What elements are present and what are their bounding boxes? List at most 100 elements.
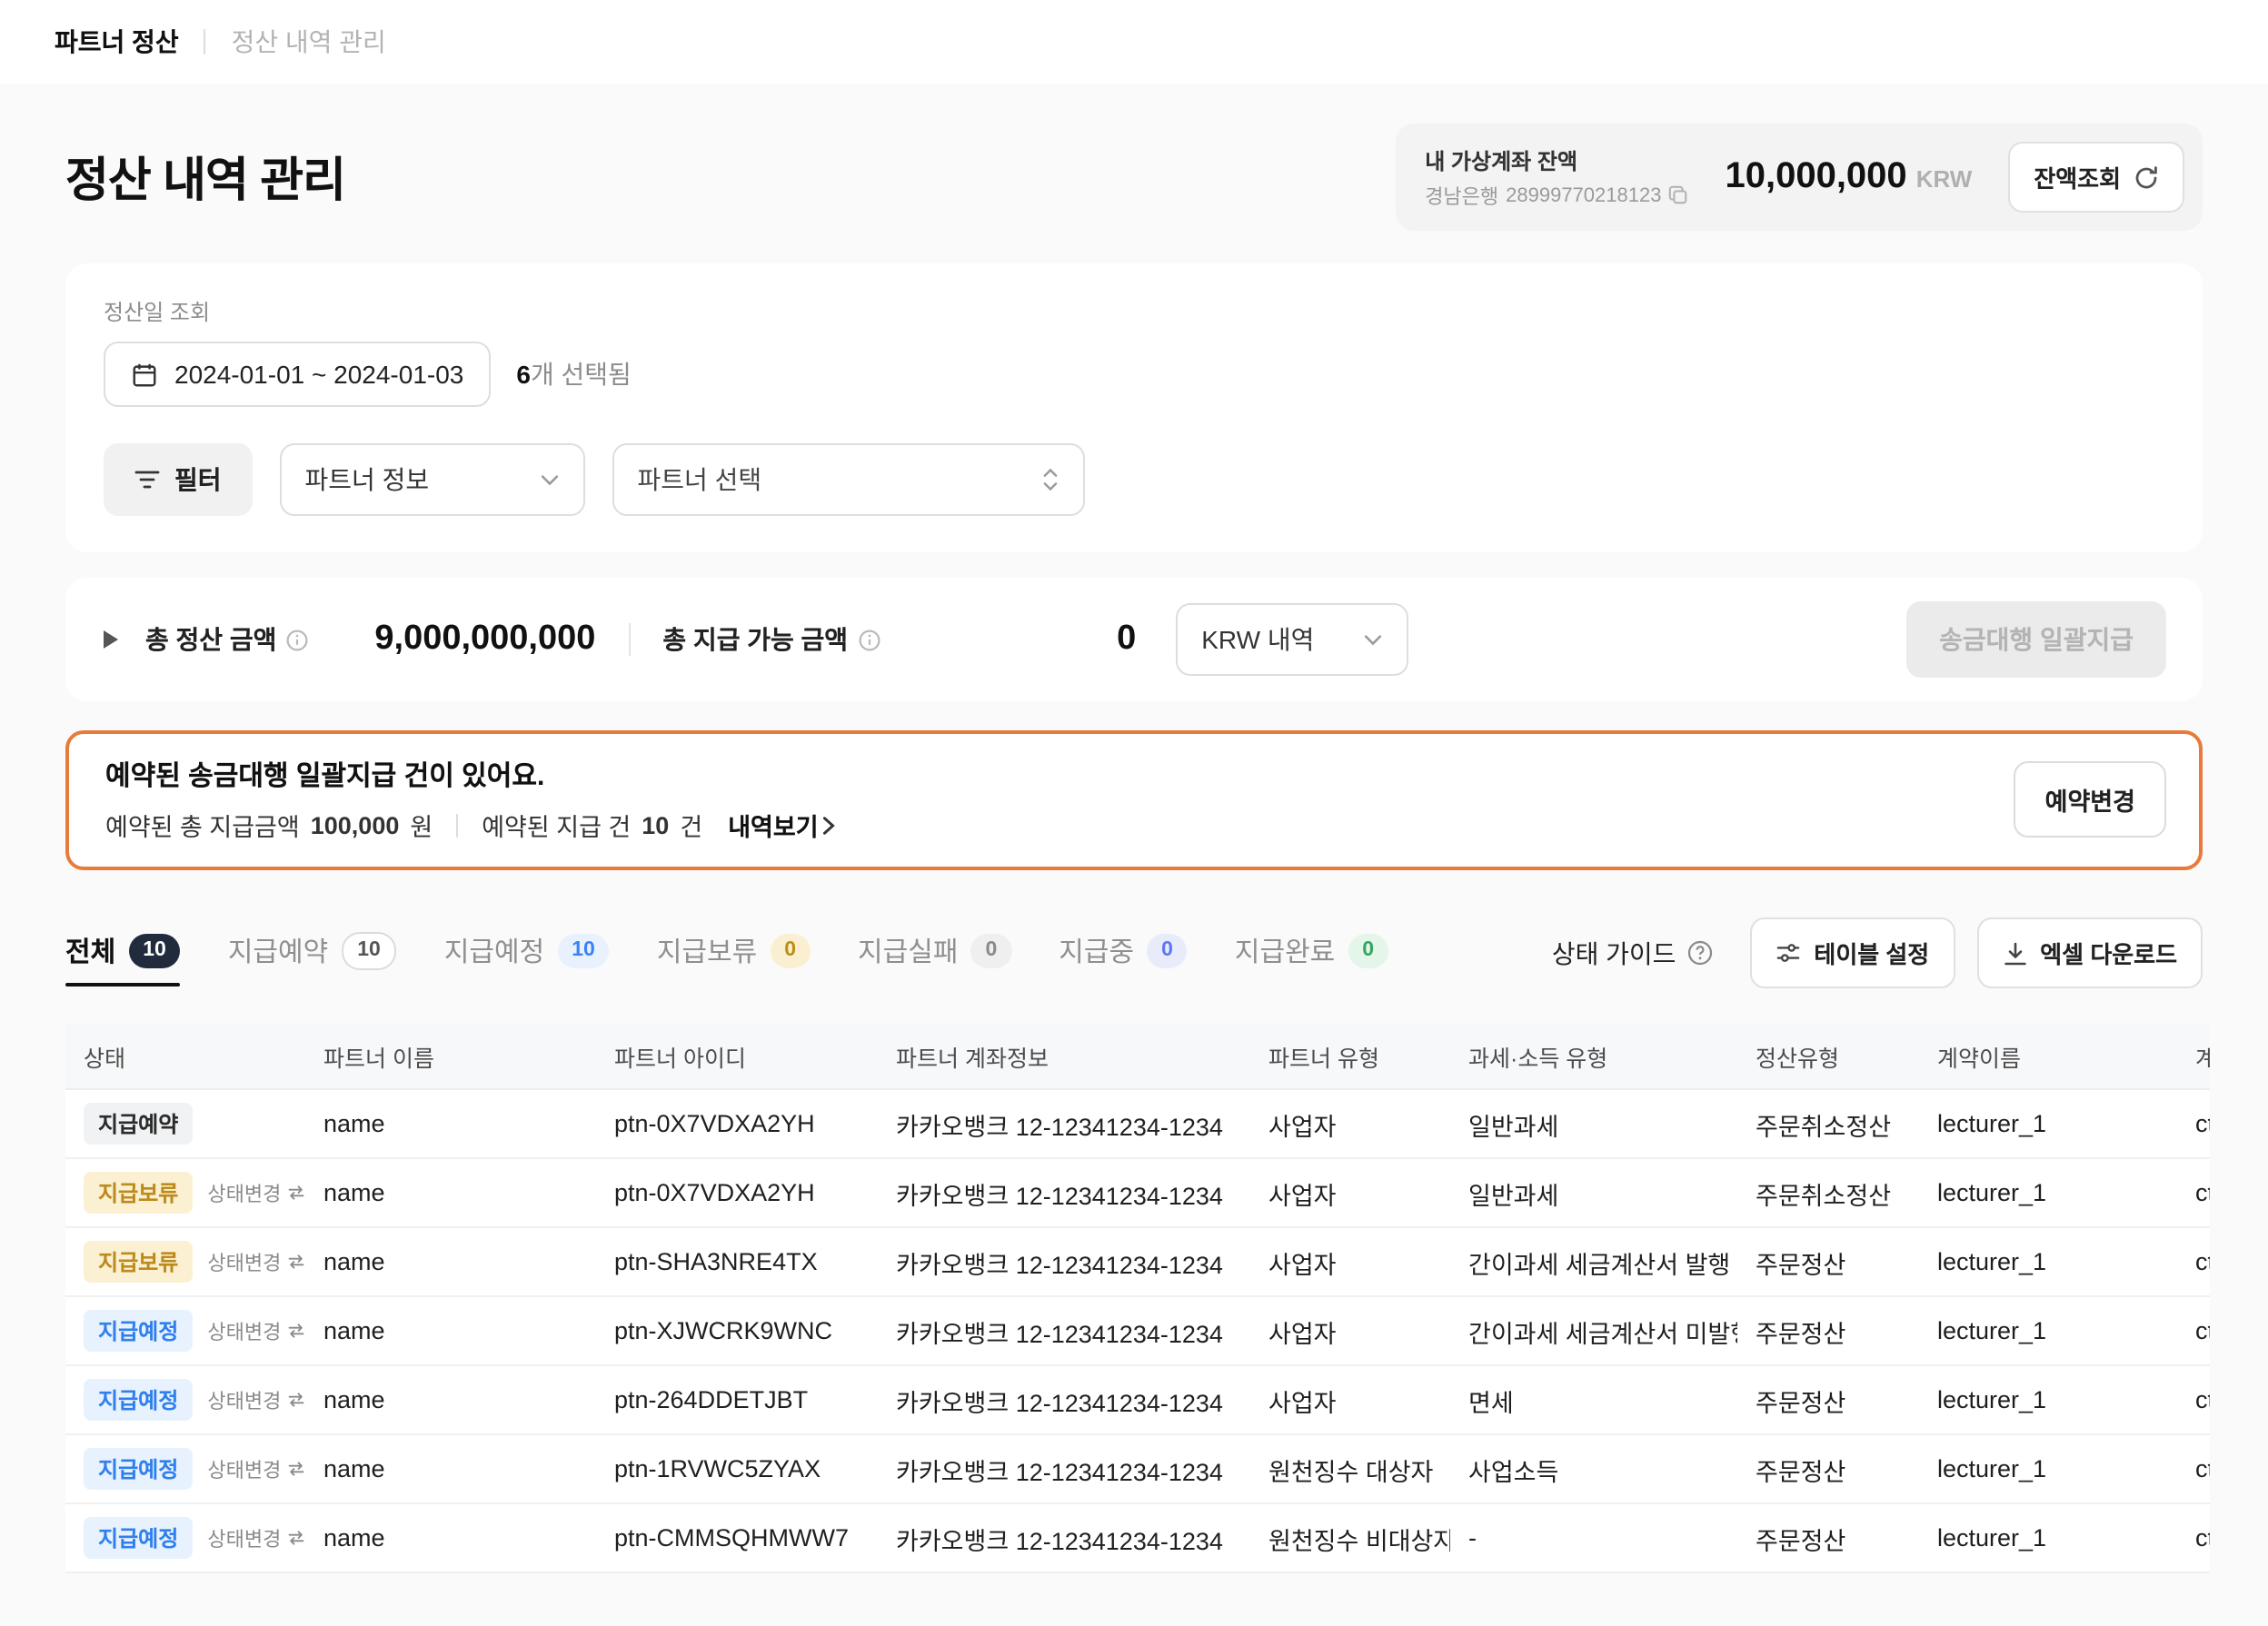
tab-count-badge: 0 bbox=[770, 933, 811, 967]
swap-icon bbox=[286, 1185, 304, 1201]
table-row[interactable]: 지급예정 상태변경 name ptn-264DDETJBT 카카오뱅크 12-1… bbox=[65, 1365, 2210, 1434]
tab-payment-failed[interactable]: 지급실패 0 bbox=[858, 931, 1011, 986]
table-header-row: 상태 파트너 이름 파트너 아이디 파트너 계좌정보 파트너 유형 과세·소득 … bbox=[65, 1025, 2210, 1089]
calendar-icon bbox=[131, 361, 158, 388]
sliders-icon bbox=[1776, 941, 1801, 965]
status-change-button[interactable]: 상태변경 bbox=[207, 1247, 304, 1276]
col-partner-type: 파트너 유형 bbox=[1250, 1025, 1450, 1089]
chevron-down-icon bbox=[1363, 633, 1383, 646]
reservation-alert: 예약된 송금대행 일괄지급 건이 있어요. 예약된 총 지급금액 100,000… bbox=[65, 730, 2203, 870]
settlement-page: 파트너 정산 정산 내역 관리 정산 내역 관리 내 가상계좌 잔액 경남은행 … bbox=[0, 0, 2268, 1626]
table-row[interactable]: 지급예정 상태변경 name ptn-CMMSQHMWW7 카카오뱅크 12-1… bbox=[65, 1503, 2210, 1572]
alert-title: 예약된 송금대행 일괄지급 건이 있어요. bbox=[105, 756, 837, 794]
info-icon[interactable] bbox=[285, 628, 309, 651]
balance-check-button[interactable]: 잔액조회 bbox=[2008, 142, 2184, 213]
tab-count-badge: 0 bbox=[970, 933, 1011, 967]
balance-amount: 10,000,000 bbox=[1725, 156, 1906, 198]
swap-icon bbox=[286, 1323, 304, 1339]
status-change-button[interactable]: 상태변경 bbox=[207, 1316, 304, 1345]
settlement-table-wrap: 상태 파트너 이름 파트너 아이디 파트너 계좌정보 파트너 유형 과세·소득 … bbox=[65, 1025, 2210, 1573]
partner-info-dropdown[interactable]: 파트너 정보 bbox=[280, 443, 585, 516]
refresh-icon bbox=[2134, 164, 2159, 190]
status-badge: 지급예정 bbox=[84, 1310, 193, 1352]
date-range-value: 2024-01-01 ~ 2024-01-03 bbox=[174, 360, 463, 389]
tab-payment-complete[interactable]: 지급완료 0 bbox=[1235, 931, 1388, 986]
swap-icon bbox=[286, 1530, 304, 1546]
col-account-info: 파트너 계좌정보 bbox=[878, 1025, 1250, 1089]
tab-payment-scheduled[interactable]: 지급예정 10 bbox=[444, 931, 610, 986]
status-badge: 지급예정 bbox=[84, 1379, 193, 1421]
currency-dropdown[interactable]: KRW 내역 bbox=[1176, 603, 1408, 676]
reserved-amount: 100,000 bbox=[311, 811, 400, 838]
status-guide-link[interactable]: 상태 가이드 bbox=[1552, 935, 1715, 971]
info-icon[interactable] bbox=[857, 628, 880, 651]
tabs-row: 전체 10 지급예약 10 지급예정 10 지급보류 0 지급실패 0 bbox=[65, 917, 2203, 999]
balance-check-label: 잔액조회 bbox=[2034, 160, 2121, 194]
chevron-updown-icon bbox=[1041, 467, 1059, 492]
summary-divider bbox=[628, 623, 630, 656]
col-tax-type: 과세·소득 유형 bbox=[1450, 1025, 1737, 1089]
col-contract-name: 계약이름 bbox=[1919, 1025, 2177, 1089]
breadcrumb-divider bbox=[204, 29, 206, 55]
status-badge: 지급예정 bbox=[84, 1448, 193, 1490]
tab-count-badge: 0 bbox=[1348, 933, 1388, 967]
partner-select[interactable]: 파트너 선택 bbox=[612, 443, 1085, 516]
status-change-button[interactable]: 상태변경 bbox=[207, 1523, 304, 1552]
view-details-link[interactable]: 내역보기 bbox=[728, 807, 836, 843]
table-row[interactable]: 지급보류 상태변경 name ptn-SHA3NRE4TX 카카오뱅크 12-1… bbox=[65, 1227, 2210, 1296]
tab-payment-hold[interactable]: 지급보류 0 bbox=[657, 931, 811, 986]
expand-toggle-icon[interactable] bbox=[102, 629, 120, 650]
table-row[interactable]: 지급보류 상태변경 name ptn-0X7VDXA2YH 카카오뱅크 12-1… bbox=[65, 1158, 2210, 1227]
account-number: 28999770218123 bbox=[1506, 184, 1661, 206]
balance-meta: 내 가상계좌 잔액 경남은행 28999770218123 bbox=[1425, 144, 1688, 210]
excel-download-button[interactable]: 엑셀 다운로드 bbox=[1976, 917, 2203, 988]
status-tabs: 전체 10 지급예약 10 지급예정 10 지급보류 0 지급실패 0 bbox=[65, 931, 1388, 986]
page-title: 정산 내역 관리 bbox=[65, 144, 345, 211]
col-partner-name: 파트너 이름 bbox=[305, 1025, 596, 1089]
settlement-table: 상태 파트너 이름 파트너 아이디 파트너 계좌정보 파트너 유형 과세·소득 … bbox=[65, 1025, 2210, 1573]
currency-dropdown-value: KRW 내역 bbox=[1201, 621, 1314, 658]
table-row[interactable]: 지급예약 name ptn-0X7VDXA2YH 카카오뱅크 12-123412… bbox=[65, 1089, 2210, 1158]
settlement-date-label: 정산일 조회 bbox=[104, 296, 2164, 327]
bulk-transfer-button[interactable]: 송금대행 일괄지급 bbox=[1906, 601, 2166, 678]
balance-amount-wrap: 10,000,000 KRW bbox=[1725, 156, 1972, 198]
total-settlement-label: 총 정산 금액 bbox=[145, 621, 309, 658]
copy-icon[interactable] bbox=[1668, 185, 1688, 205]
table-row[interactable]: 지급예정 상태변경 name ptn-XJWCRK9WNC 카카오뱅크 12-1… bbox=[65, 1296, 2210, 1365]
status-change-button[interactable]: 상태변경 bbox=[207, 1385, 304, 1414]
breadcrumb-settlement-history[interactable]: 정산 내역 관리 bbox=[232, 24, 386, 60]
balance-label: 내 가상계좌 잔액 bbox=[1425, 144, 1688, 175]
partner-select-value: 파트너 선택 bbox=[638, 461, 762, 498]
swap-icon bbox=[286, 1461, 304, 1477]
tab-count-badge: 10 bbox=[128, 933, 181, 967]
tab-count-badge: 10 bbox=[341, 931, 397, 969]
virtual-account-balance-card: 내 가상계좌 잔액 경남은행 28999770218123 10,000 bbox=[1396, 124, 2203, 231]
alert-content: 예약된 송금대행 일괄지급 건이 있어요. 예약된 총 지급금액 100,000… bbox=[105, 756, 837, 843]
filter-button[interactable]: 필터 bbox=[104, 443, 253, 516]
swap-icon bbox=[286, 1254, 304, 1270]
status-badge: 지급예약 bbox=[84, 1103, 193, 1145]
title-row: 정산 내역 관리 내 가상계좌 잔액 경남은행 28999770218123 bbox=[65, 124, 2203, 231]
filter-button-label: 필터 bbox=[174, 461, 222, 498]
status-change-button[interactable]: 상태변경 bbox=[207, 1178, 304, 1207]
table-toolbar: 상태 가이드 bbox=[1552, 917, 2203, 999]
col-status: 상태 bbox=[65, 1025, 305, 1089]
table-row[interactable]: 지급예정 상태변경 name ptn-1RVWC5ZYAX 카카오뱅크 12-1… bbox=[65, 1434, 2210, 1503]
status-change-button[interactable]: 상태변경 bbox=[207, 1454, 304, 1483]
download-icon bbox=[2002, 940, 2027, 966]
summary-bar: 총 정산 금액 9,000,000,000 총 지급 가능 금액 0 bbox=[65, 578, 2203, 701]
chevron-down-icon bbox=[540, 473, 560, 486]
tab-payment-reserved[interactable]: 지급예약 10 bbox=[228, 931, 397, 986]
date-range-button[interactable]: 2024-01-01 ~ 2024-01-03 bbox=[104, 342, 491, 407]
tab-payment-in-progress[interactable]: 지급중 0 bbox=[1059, 931, 1188, 986]
change-reservation-button[interactable]: 예약변경 bbox=[2014, 761, 2166, 838]
table-settings-button[interactable]: 테이블 설정 bbox=[1750, 917, 1955, 988]
tab-all[interactable]: 전체 10 bbox=[65, 931, 181, 986]
reserved-count: 10 bbox=[642, 811, 669, 838]
status-badge: 지급보류 bbox=[84, 1241, 193, 1283]
tab-count-badge: 0 bbox=[1147, 933, 1188, 967]
status-badge: 지급예정 bbox=[84, 1517, 193, 1559]
selected-count: 6개 선택됨 bbox=[516, 356, 631, 392]
breadcrumb-partner-settlement[interactable]: 파트너 정산 bbox=[55, 24, 179, 60]
filter-icon bbox=[134, 469, 160, 491]
